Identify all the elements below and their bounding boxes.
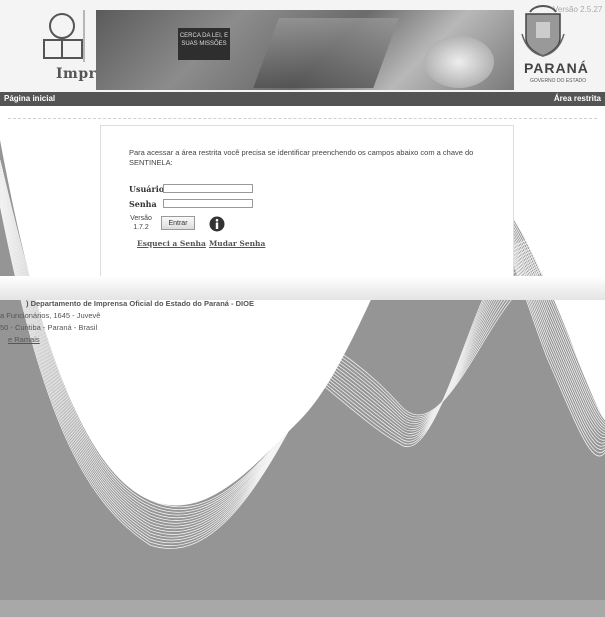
- street-address: a Funcionários, 1645 - Juvevê: [0, 311, 101, 320]
- info-icon[interactable]: [209, 216, 225, 232]
- banner-machine: [253, 18, 399, 88]
- banner-sign: CERCA DA LEI, E SUAS MISSÕES: [178, 28, 230, 60]
- forgot-password-link[interactable]: Esqueci a Senha: [137, 239, 206, 248]
- change-password-link[interactable]: Mudar Senha: [209, 239, 265, 248]
- header-banner-image: CERCA DA LEI, E SUAS MISSÕES: [96, 10, 514, 90]
- top-navbar: Página inicial Área restrita: [0, 92, 605, 106]
- banner-paper-roll: [424, 36, 494, 88]
- app-version: Versão 1.7.2: [129, 214, 153, 232]
- parana-crest-icon: [521, 5, 565, 57]
- organization-name: ) Departamento de Imprensa Oficial do Es…: [26, 299, 254, 308]
- state-name: PARANÁ: [524, 60, 589, 76]
- phones-link[interactable]: e Ramais: [8, 335, 40, 344]
- footer-band: [0, 276, 605, 300]
- login-instructions: Para acessar a área restrita você precis…: [129, 148, 474, 167]
- username-input[interactable]: [163, 184, 253, 193]
- login-button[interactable]: Entrar: [161, 216, 195, 230]
- nav-restricted-area-link[interactable]: Área restrita: [554, 94, 601, 103]
- imprensa-oficial-logo-icon: [43, 10, 85, 62]
- divider: [8, 118, 597, 119]
- version-label: Versão: [130, 215, 152, 222]
- government-label: GOVERNO DO ESTADO: [530, 78, 587, 84]
- page-header: ImprensaNet CERCA DA LEI, E SUAS MISSÕES…: [0, 0, 605, 92]
- password-label: Senha: [129, 199, 157, 209]
- username-label: Usuário: [129, 184, 165, 194]
- city-address: 50 - Curitiba - Paraná - Brasil: [0, 323, 98, 332]
- password-input[interactable]: [163, 199, 253, 208]
- nav-home-link[interactable]: Página inicial: [4, 94, 55, 103]
- version-number: 1.7.2: [133, 224, 149, 231]
- login-panel: Para acessar a área restrita você precis…: [100, 125, 514, 277]
